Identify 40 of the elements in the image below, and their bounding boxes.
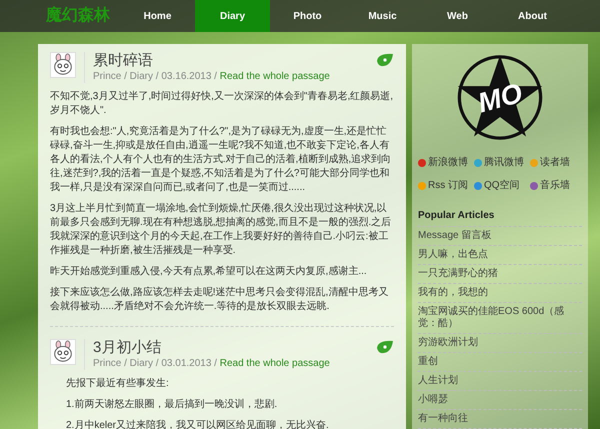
popular-article-link[interactable]: 有一种向往	[418, 410, 582, 429]
social-link[interactable]: 新浪微博	[418, 155, 474, 170]
post-paragraph: 1.前两天谢怒左眼圈，最后搞到一晚没训，悲剧.	[65, 398, 278, 412]
post-paragraph: 接下来应该怎么做,路应该怎样去走呢!迷茫中思考只会变得混乱,清醒中思考又会就得被动.....矛盾绝对不会允许统一.等待的是放长双眼去远眺.	[50, 286, 390, 314]
social-link[interactable]: 音乐墙	[530, 178, 582, 193]
post-meta: Prince / Diary / 03.16.2013 / Read the whole passage	[93, 70, 331, 83]
nav-tab[interactable]: Music	[345, 0, 420, 32]
bunny-avatar-icon	[50, 339, 76, 365]
popular-heading: Popular Articles	[418, 205, 582, 227]
popular-article-link[interactable]: 人生计划	[418, 372, 582, 391]
post-meta: Prince / Diary / 03.01.2013 / Read the whole passage	[93, 357, 331, 370]
nav-tab[interactable]: About	[495, 0, 570, 32]
post-paragraph: 有时我也会想:"人,究竟活着是为了什么?",是为了碌碌无为,虚度一生,还是忙忙碌碌,奋斗一生,抑或是放任自由,逍遥一生呢?我不知道,也不敢妄下定论,各人有各人的看法,个人有个人也有的生活方式.对于自己的活着,植断到成熟,追求到向往,迷茫到?,我的活着一直是个疑惑,不知活着是为了什么?可能大部分同学也和我一样,只是没有深深自问而已,或者问了,也是一笑而过......	[50, 125, 392, 195]
nav-tab[interactable]: Web	[420, 0, 495, 32]
read-more-link[interactable]: Read the whole passage	[220, 71, 330, 82]
post-title[interactable]: 3月初小结	[93, 339, 368, 357]
nav-tab[interactable]: Photo	[270, 0, 345, 32]
bunny-avatar-icon	[50, 52, 76, 78]
popular-article-link[interactable]: 男人嘛，出色点	[418, 246, 582, 265]
leaf-icon	[376, 52, 394, 68]
social-link[interactable]: Rss 订阅	[418, 178, 474, 193]
popular-article-link[interactable]: Message 留言板	[418, 227, 582, 246]
post-paragraph: 3月这上半月忙到简直一塌涂地,会忙到烦燥,忙厌倦,很久没出现过这种状况,以前最多只会感到无聊.现在有种想逃脱,想抽离的感觉,而且不是一般的强烈.之后我就深深的意识到这个月的今天起,在工作上我要好好的善待自己.小叼云:被工作摧残是一种折磨,被生活摧残是一种享受.	[50, 202, 392, 258]
social-link[interactable]: QQ空间	[474, 178, 530, 193]
popular-article-link[interactable]: 小嘚瑟	[418, 391, 582, 410]
popular-article-link[interactable]: 穷游欧洲计划	[418, 334, 582, 353]
nav-tab[interactable]: Diary	[195, 0, 270, 32]
popular-article-link[interactable]: 我有的，我想的	[418, 284, 582, 303]
popular-article-link[interactable]: 一只充满野心的猪	[418, 265, 582, 284]
post-title[interactable]: 累时碎语	[93, 52, 368, 70]
social-link[interactable]: 腾讯微博	[474, 155, 530, 170]
nav-tab[interactable]: Home	[120, 0, 195, 32]
post-paragraph: 先报下最近有些事发生:	[65, 377, 170, 391]
popular-article-link[interactable]: 重创	[418, 353, 582, 372]
read-more-link[interactable]: Read the whole passage	[220, 358, 330, 369]
social-link[interactable]: 读者墙	[530, 155, 582, 170]
post-paragraph: 不知不觉,3月又过半了,时间过得好快,又一次深深的体会到"青春易老,红颜易逝,岁月不饶人".	[50, 90, 394, 118]
leaf-icon	[376, 339, 394, 355]
post-paragraph: 昨天开始感觉到重感入侵,今天有点累,希望可以在这两天内复原,感谢主...	[50, 265, 368, 279]
popular-article-link[interactable]: 淘宝网诚买的佳能EOS 600d（感觉：酷）	[418, 303, 582, 334]
